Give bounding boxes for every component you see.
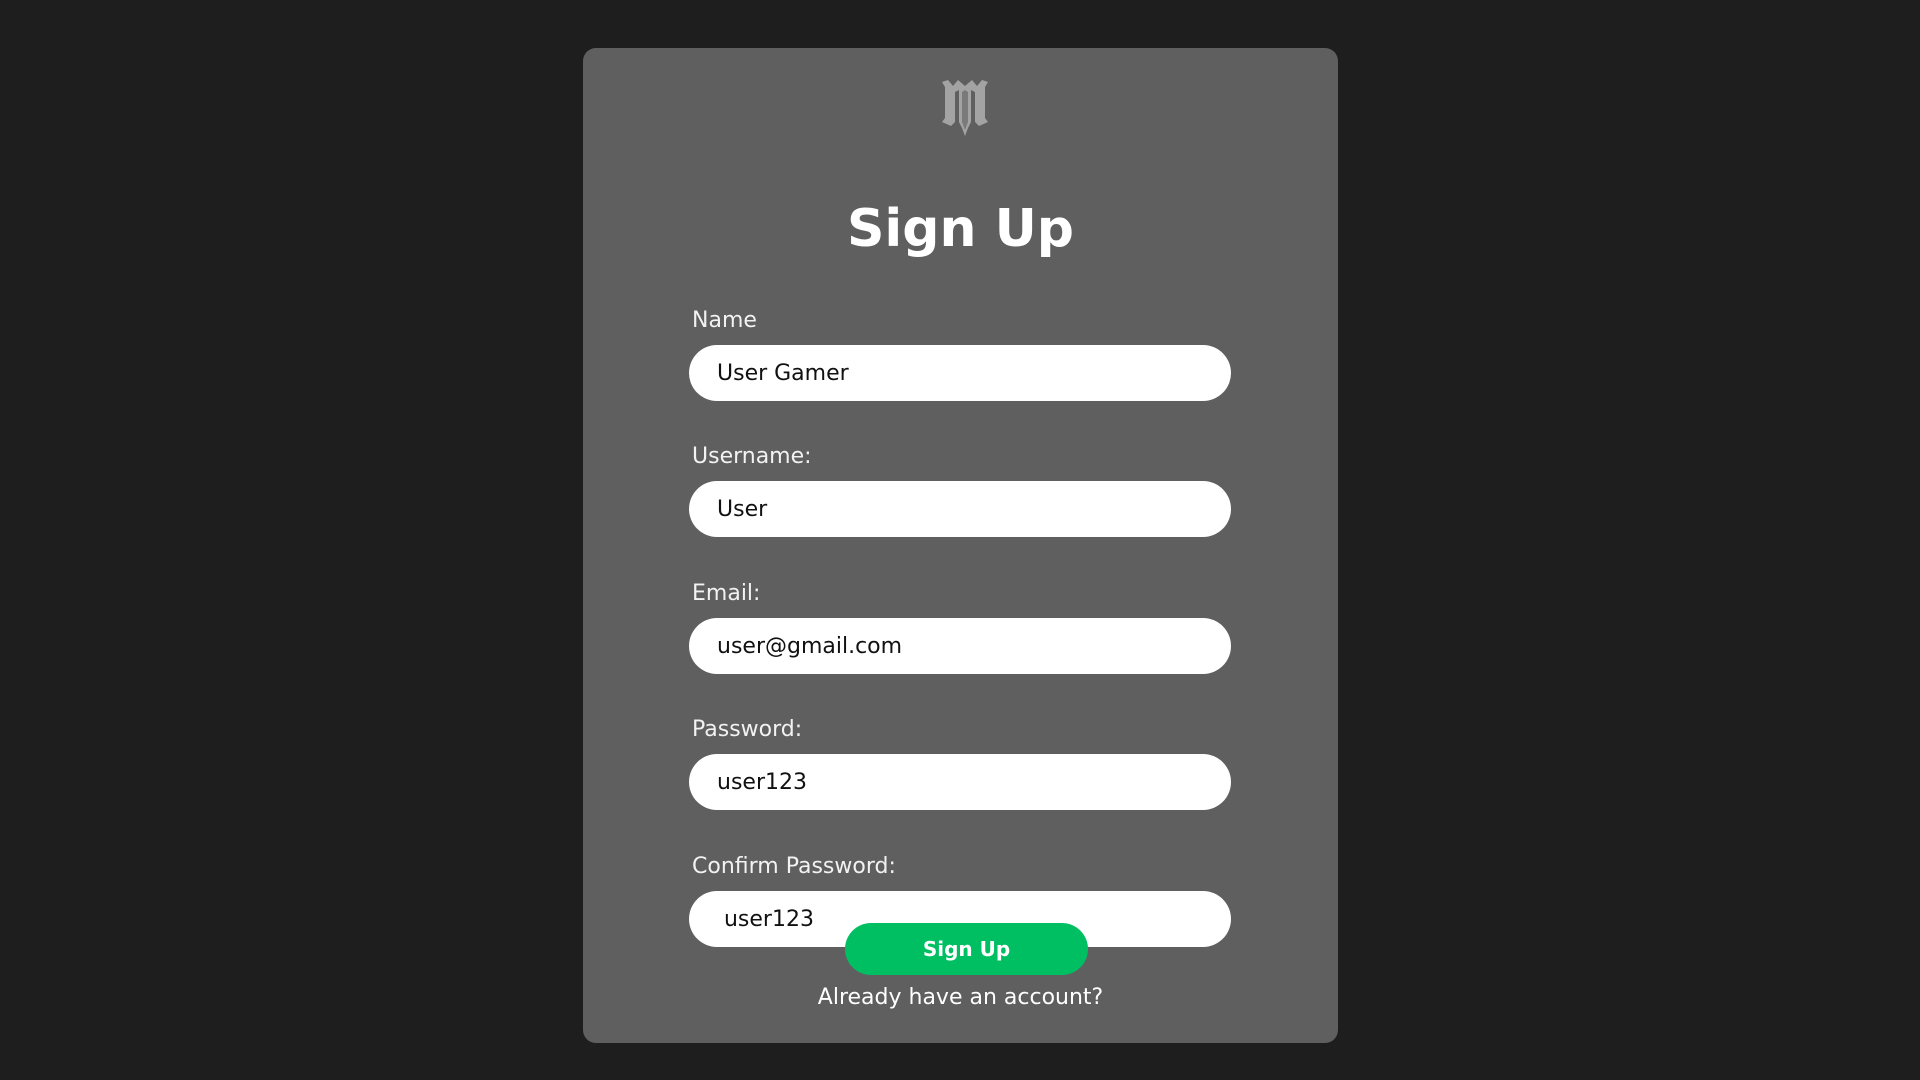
confirm-password-label: Confirm Password: — [692, 854, 896, 879]
username-field[interactable] — [689, 481, 1231, 537]
m-crest-logo-icon — [942, 80, 988, 136]
name-field[interactable] — [689, 345, 1231, 401]
name-label: Name — [692, 308, 757, 333]
login-link[interactable]: Already have an account? — [583, 983, 1338, 1013]
signup-card: Sign Up Name Username: Email: Password: … — [583, 48, 1338, 1043]
password-field[interactable] — [689, 754, 1231, 810]
username-label: Username: — [692, 444, 812, 469]
email-field[interactable] — [689, 618, 1231, 674]
email-label: Email: — [692, 581, 761, 606]
sign-up-button[interactable]: Sign Up — [845, 923, 1088, 975]
page-title: Sign Up — [846, 199, 1075, 259]
password-label: Password: — [692, 717, 803, 742]
